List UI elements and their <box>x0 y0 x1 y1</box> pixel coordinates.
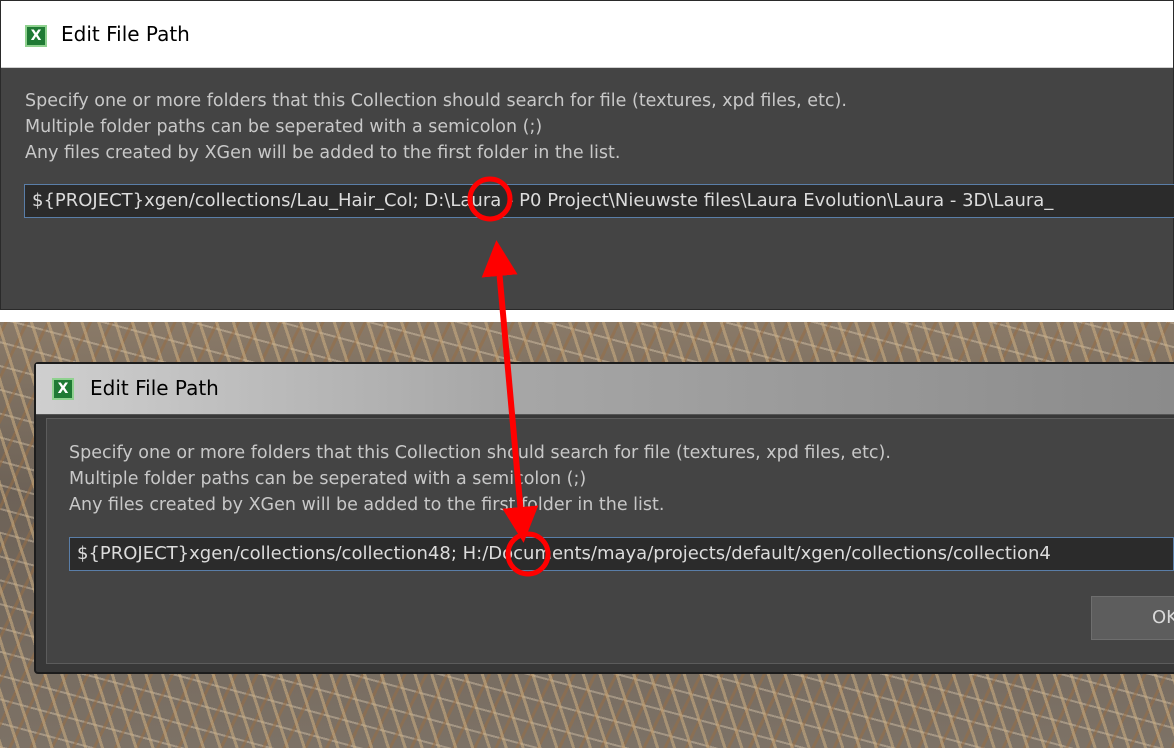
title-bar: X Edit File Path <box>1 1 1173 68</box>
description-line-3: Any files created by XGen will be added … <box>25 143 621 163</box>
file-path-input[interactable]: ${PROJECT}xgen/collections/collection48;… <box>69 537 1174 571</box>
dialog-title: Edit File Path <box>61 22 190 46</box>
edit-file-path-dialog-top: X Edit File Path Specify one or more fol… <box>0 0 1174 310</box>
description-line-2: Multiple folder paths can be seperated w… <box>69 469 587 489</box>
description-line-2: Multiple folder paths can be seperated w… <box>25 117 543 137</box>
description-line-3: Any files created by XGen will be added … <box>69 495 665 515</box>
title-bar: X Edit File Path <box>36 364 1174 415</box>
description-line-1: Specify one or more folders that this Co… <box>25 91 847 111</box>
ok-button[interactable]: OK <box>1091 596 1174 640</box>
x-app-icon: X <box>52 378 74 400</box>
edit-file-path-dialog-bottom: X Edit File Path <box>34 362 1174 674</box>
dialog-title: Edit File Path <box>90 376 219 400</box>
file-path-input[interactable]: ${PROJECT}xgen/collections/Lau_Hair_Col;… <box>24 184 1174 218</box>
x-app-icon: X <box>25 25 47 47</box>
description-line-1: Specify one or more folders that this Co… <box>69 443 891 463</box>
